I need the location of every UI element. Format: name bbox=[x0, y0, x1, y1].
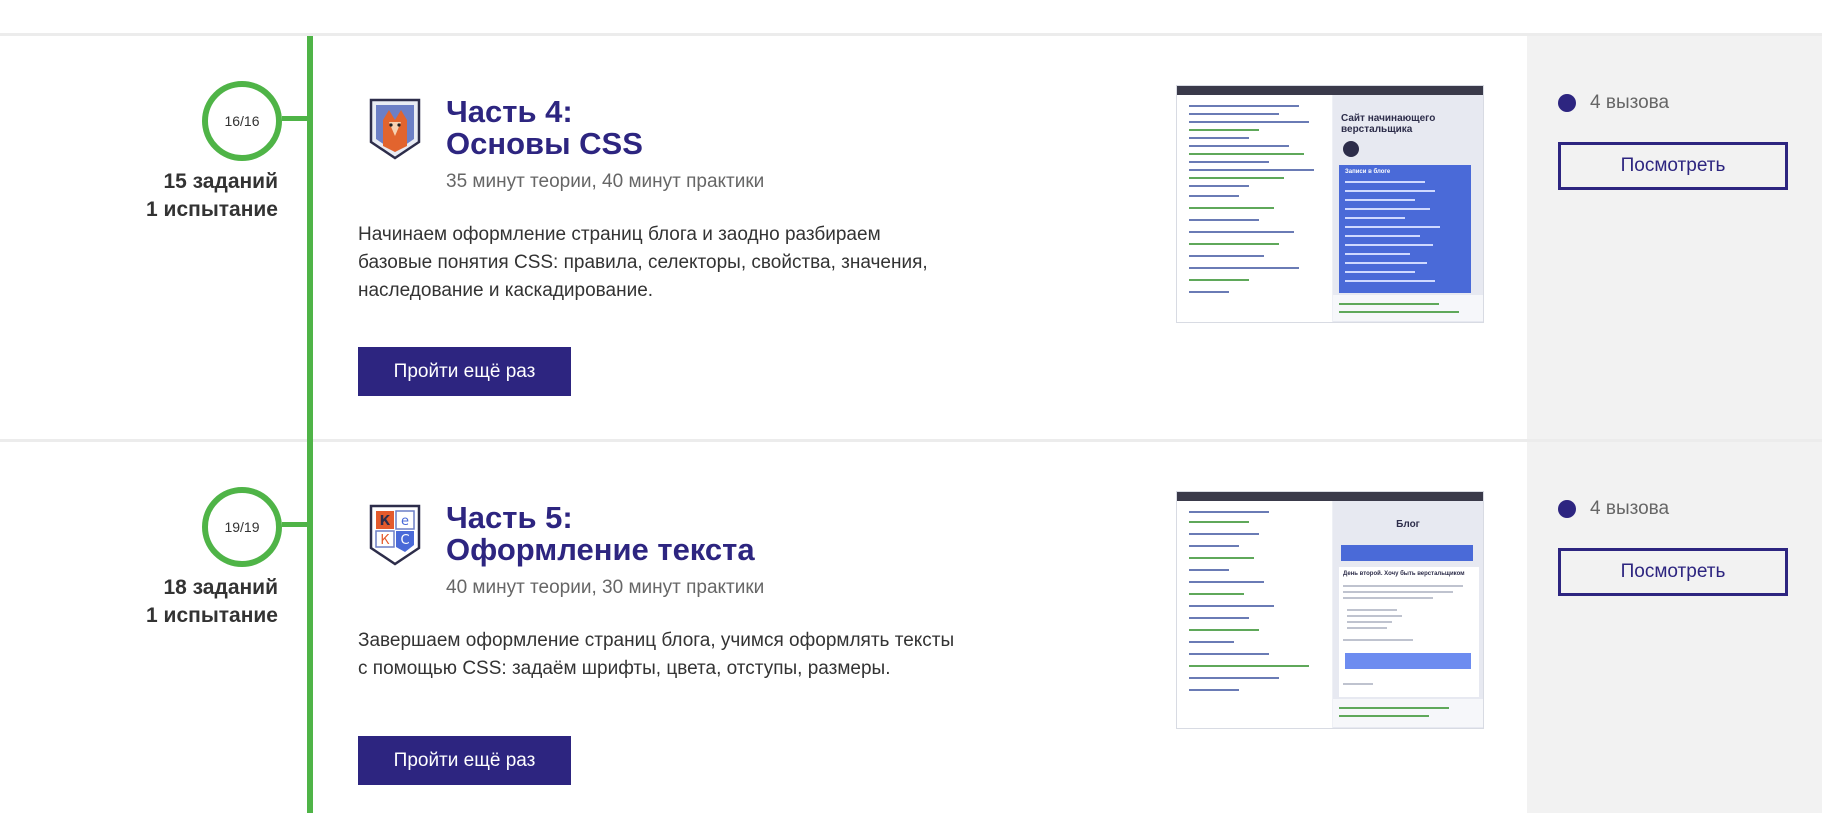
preview-render-pane: Блог День второй. Хочу быть верстальщико… bbox=[1333, 501, 1483, 728]
lesson-stats: 18 заданий 1 испытание bbox=[60, 574, 278, 630]
view-button[interactable]: Посмотреть bbox=[1558, 142, 1788, 190]
calls-bullet-icon bbox=[1558, 500, 1576, 518]
lesson-title-name: Оформление текста bbox=[446, 532, 755, 567]
lesson-description: Начинаем оформление страниц блога и заод… bbox=[358, 224, 928, 301]
preview-post-list: Записи в блоге bbox=[1339, 165, 1471, 293]
retake-button[interactable]: Пройти ещё раз bbox=[358, 736, 571, 785]
preview-console bbox=[1333, 699, 1483, 727]
timeline-connector bbox=[282, 116, 312, 121]
lesson-duration: 35 минут теории, 40 минут практики bbox=[446, 171, 765, 192]
trials-count: 1 испытание bbox=[146, 198, 278, 221]
lesson-title-name: Основы CSS bbox=[446, 126, 643, 161]
lesson-preview-screenshot[interactable]: Сайт начинающего верстальщика Записи в б… bbox=[1176, 85, 1484, 323]
lesson-stats: 15 заданий 1 испытание bbox=[60, 168, 278, 224]
lesson-divider bbox=[0, 439, 1822, 442]
preview-nav bbox=[1341, 545, 1473, 561]
view-button[interactable]: Посмотреть bbox=[1558, 548, 1788, 596]
svg-text:К: К bbox=[380, 514, 391, 529]
preview-post: День второй. Хочу быть верстальщиком bbox=[1339, 567, 1479, 697]
progress-circle: 19/19 bbox=[202, 487, 282, 567]
fox-emblem-icon bbox=[369, 98, 421, 160]
progress-text: 16/16 bbox=[224, 113, 260, 129]
preview-title: Сайт начинающего верстальщика bbox=[1341, 113, 1436, 135]
preview-avatar bbox=[1343, 141, 1359, 157]
preview-code-pane bbox=[1177, 501, 1332, 728]
preview-console bbox=[1333, 295, 1483, 321]
tasks-count: 15 заданий bbox=[163, 170, 278, 193]
svg-text:е: е bbox=[401, 514, 409, 529]
tasks-count: 18 заданий bbox=[163, 576, 278, 599]
progress-circle: 16/16 bbox=[202, 81, 282, 161]
preview-render-pane: Сайт начинающего верстальщика Записи в б… bbox=[1333, 95, 1483, 322]
svg-text:С: С bbox=[400, 533, 409, 548]
timeline-line bbox=[307, 36, 313, 813]
lesson-title: Часть 5: Оформление текста bbox=[446, 502, 755, 566]
lesson-title-part: Часть 5: bbox=[446, 500, 573, 535]
top-divider bbox=[0, 33, 1822, 36]
lesson-title-part: Часть 4: bbox=[446, 94, 573, 129]
preview-title: Блог bbox=[1396, 519, 1420, 530]
kc-emblem-icon: К е К С bbox=[369, 504, 421, 566]
calls-count: 4 вызова bbox=[1590, 498, 1670, 519]
preview-toolbar bbox=[1177, 492, 1483, 501]
preview-post-title: День второй. Хочу быть верстальщиком bbox=[1343, 571, 1465, 577]
calls-count: 4 вызова bbox=[1590, 92, 1670, 113]
lesson-title: Часть 4: Основы CSS bbox=[446, 96, 643, 160]
lesson-description: Завершаем оформление страниц блога, учим… bbox=[358, 630, 955, 679]
trials-count: 1 испытание bbox=[146, 604, 278, 627]
retake-button[interactable]: Пройти ещё раз bbox=[358, 347, 571, 396]
lesson-preview-screenshot[interactable]: Блог День второй. Хочу быть верстальщико… bbox=[1176, 491, 1484, 729]
timeline-connector bbox=[282, 522, 312, 527]
preview-code-pane bbox=[1177, 95, 1332, 322]
svg-text:К: К bbox=[380, 533, 389, 548]
preview-block-heading: Записи в блоге bbox=[1345, 169, 1391, 175]
progress-text: 19/19 bbox=[224, 519, 260, 535]
calls-bullet-icon bbox=[1558, 94, 1576, 112]
lesson-duration: 40 минут теории, 30 минут практики bbox=[446, 577, 765, 598]
preview-toolbar bbox=[1177, 86, 1483, 95]
